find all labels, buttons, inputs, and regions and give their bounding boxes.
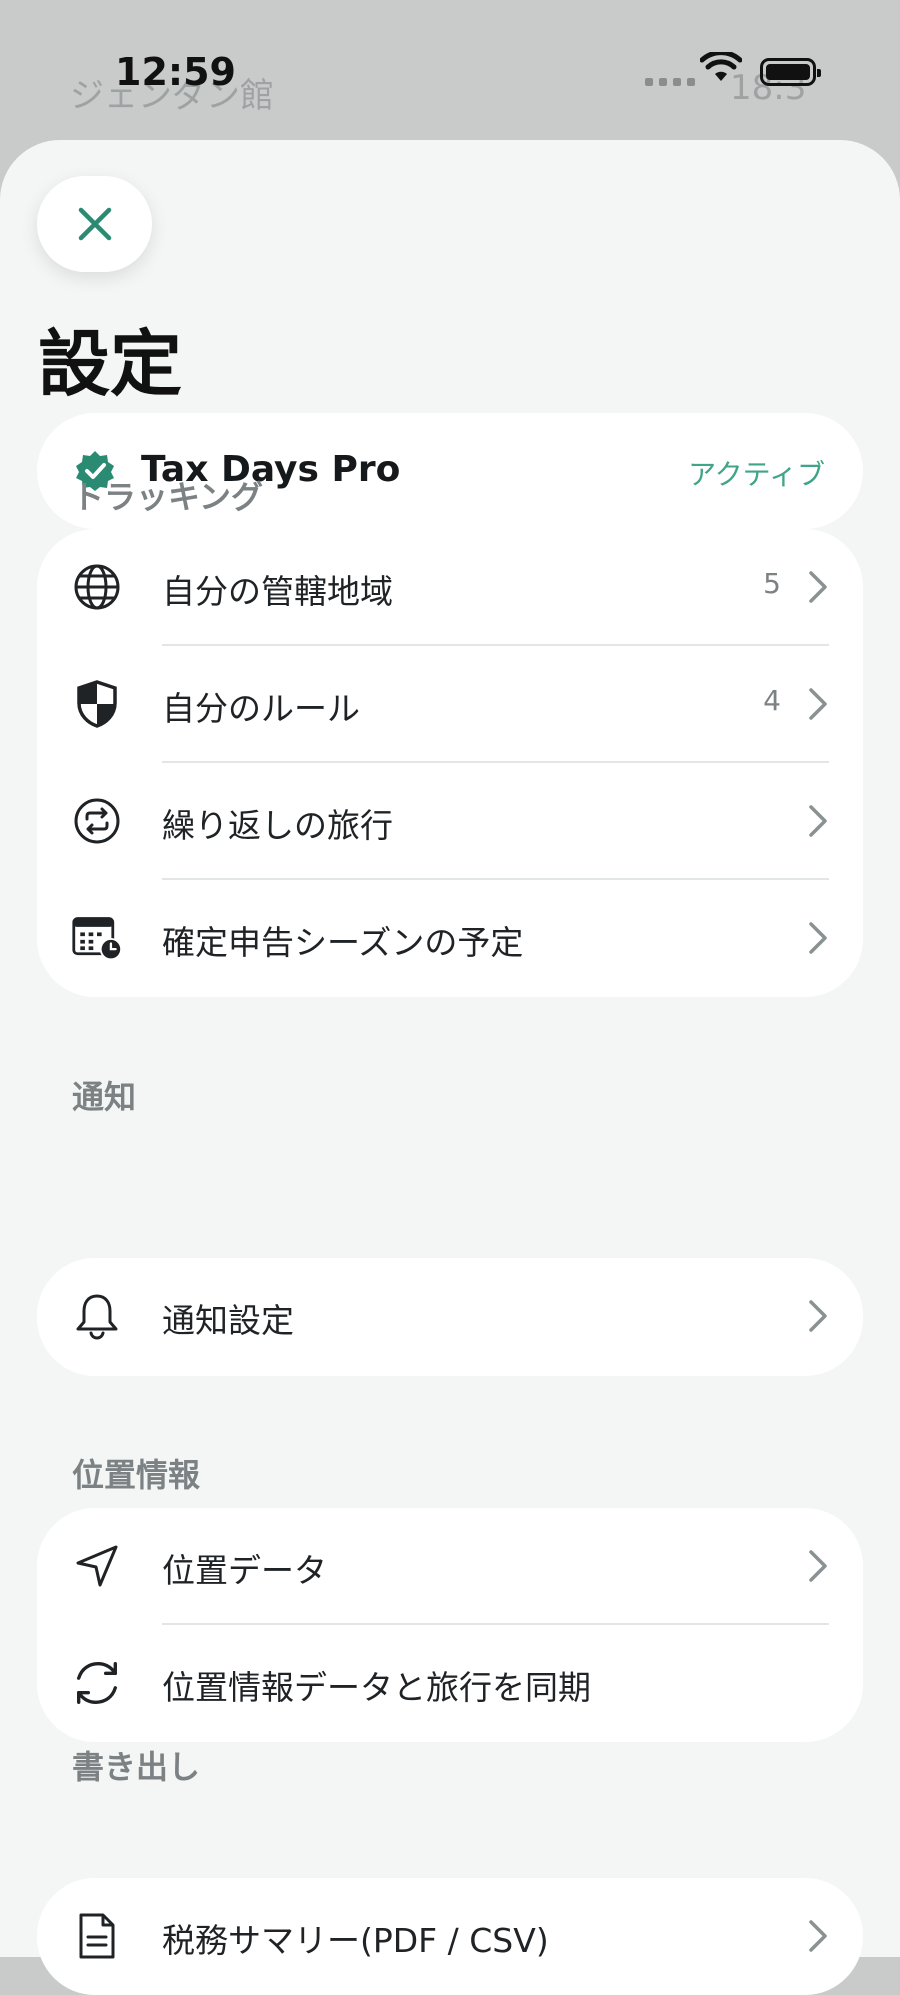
settings-sheet: 設定 Tax Days Pro アクティブ トラッキング 自分の管轄地域 5 自… [0, 140, 900, 1995]
row-label: 確定申告シーズンの予定 [162, 923, 524, 962]
bell-icon [76, 1294, 118, 1340]
chevron-right-icon [809, 688, 827, 720]
chevron-right-icon [809, 1550, 827, 1582]
row-label: 通知設定 [162, 1301, 294, 1340]
settings-row-tax-summary[interactable]: 税務サマリー(PDF / CSV) [37, 1878, 863, 1995]
row-label: 位置データ [162, 1551, 327, 1590]
settings-row-tax-season[interactable]: 確定申告シーズンの予定 [37, 880, 863, 997]
chevron-right-icon [809, 571, 827, 603]
chevron-right-icon [809, 1300, 827, 1332]
chevron-right-icon [809, 922, 827, 954]
section-label-location: 位置情報 [72, 1456, 201, 1494]
row-label: 自分のルール [162, 689, 360, 728]
chevron-right-icon [809, 805, 827, 837]
section-label-export: 書き出し [72, 1748, 201, 1786]
location-arrow-icon [76, 1545, 118, 1587]
document-icon [79, 1913, 115, 1959]
globe-icon [74, 564, 120, 610]
row-label: 税務サマリー(PDF / CSV) [162, 1921, 549, 1960]
location-card: 位置データ 位置情報データと旅行を同期 [37, 1508, 863, 1742]
section-label-notifications: 通知 [72, 1078, 137, 1116]
settings-row-notification-settings[interactable]: 通知設定 [37, 1258, 863, 1375]
settings-row-rules[interactable]: 自分のルール 4 [37, 646, 863, 763]
chevron-right-icon [809, 1920, 827, 1952]
wifi-icon [700, 52, 742, 81]
row-label: 自分の管轄地域 [162, 572, 393, 611]
row-count-badge: 4 [763, 684, 781, 717]
battery-icon [760, 58, 821, 86]
close-button[interactable] [37, 176, 152, 272]
notifications-row-container: 通知設定 [37, 1258, 863, 1375]
sync-icon [77, 1662, 117, 1704]
row-label: 繰り返しの旅行 [162, 806, 393, 845]
settings-row-recurring-trips[interactable]: 繰り返しの旅行 [37, 763, 863, 880]
page-title: 設定 [38, 322, 183, 406]
export-card: 税務サマリー(PDF / CSV) [37, 1878, 863, 1995]
row-label: 位置情報データと旅行を同期 [162, 1668, 591, 1707]
status-time: 12:59 [115, 50, 236, 94]
pro-status-label: アクティブ [688, 458, 825, 491]
settings-row-sync-location[interactable]: 位置情報データと旅行を同期 [37, 1625, 863, 1742]
shield-icon [77, 680, 117, 728]
repeat-icon [74, 798, 120, 844]
cellular-signal-icon [645, 78, 695, 86]
status-bar: 12:59 [0, 0, 900, 140]
settings-row-jurisdictions[interactable]: 自分の管轄地域 5 [37, 529, 863, 646]
row-count-badge: 5 [763, 567, 781, 600]
close-icon [78, 207, 111, 241]
section-label-tracking: トラッキング [72, 478, 264, 516]
settings-row-location-data[interactable]: 位置データ [37, 1508, 863, 1625]
tracking-card: 自分の管轄地域 5 自分のルール 4 繰り返しの旅行 確定申告シーズンの予定 [37, 529, 863, 997]
calendar-clock-icon [72, 917, 123, 961]
